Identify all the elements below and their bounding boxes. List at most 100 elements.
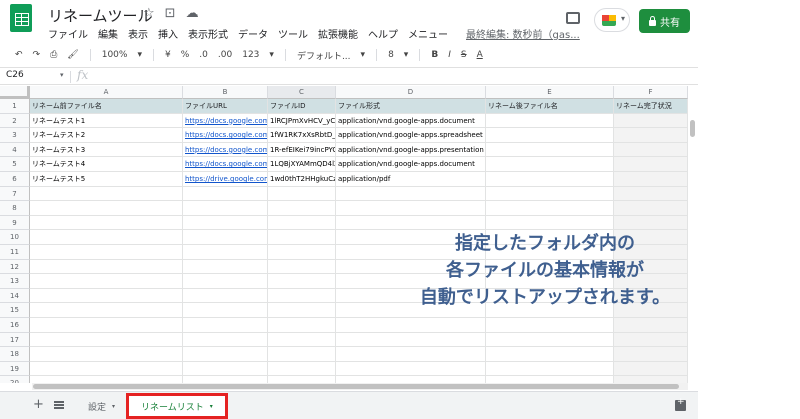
row-header[interactable]: 11 — [0, 245, 30, 260]
font-size-select[interactable]: 8 — [388, 50, 394, 60]
menu-edit[interactable]: 編集 — [98, 26, 118, 41]
document-title[interactable]: リネームツール — [48, 5, 153, 26]
table-cell[interactable] — [336, 215, 486, 231]
table-cell[interactable] — [486, 332, 614, 348]
horizontal-scroll-thumb[interactable] — [33, 384, 679, 389]
table-cell[interactable]: application/pdf — [336, 172, 486, 187]
table-cell[interactable]: 1fW1RK7xXsRbtD_L — [268, 128, 336, 143]
font-size-caret-icon[interactable]: ▾ — [404, 50, 409, 60]
table-cell[interactable]: リネームテスト1 — [30, 113, 183, 129]
row-header[interactable]: 3 — [0, 128, 30, 143]
table-cell[interactable] — [336, 318, 486, 333]
table-cell[interactable] — [614, 157, 688, 172]
zoom-caret-icon[interactable]: ▾ — [137, 50, 142, 60]
table-cell[interactable] — [268, 230, 336, 245]
row-header[interactable]: 19 — [0, 361, 30, 377]
table-cell[interactable] — [30, 274, 183, 289]
column-header-a[interactable]: A — [30, 86, 183, 99]
row-header[interactable]: 10 — [0, 230, 30, 245]
more-formats-caret-icon[interactable]: ▾ — [269, 50, 274, 60]
table-cell[interactable] — [30, 259, 183, 275]
row-header[interactable]: 7 — [0, 186, 30, 202]
table-cell[interactable] — [614, 215, 688, 231]
header-cell[interactable]: ファイル形式 — [336, 99, 486, 114]
table-cell[interactable] — [268, 245, 336, 260]
header-cell[interactable]: ファイルID — [268, 99, 336, 114]
row-header[interactable]: 6 — [0, 172, 30, 187]
table-cell[interactable] — [336, 201, 486, 216]
menu-view[interactable]: 表示 — [128, 26, 148, 41]
header-cell[interactable]: リネーム完了状況 — [614, 99, 688, 114]
table-cell[interactable] — [268, 274, 336, 289]
row-header[interactable]: 16 — [0, 318, 30, 333]
table-cell[interactable] — [30, 230, 183, 245]
table-cell[interactable] — [30, 303, 183, 318]
more-formats-button[interactable]: 123 — [242, 50, 259, 60]
star-icon[interactable]: ☆ — [143, 6, 155, 21]
table-cell[interactable] — [336, 376, 486, 383]
table-cell[interactable]: application/vnd.google-apps.spreadsheet — [336, 128, 486, 143]
sheet-tab-settings[interactable]: 設定 ▾ — [88, 396, 115, 416]
table-cell[interactable] — [614, 347, 688, 362]
row-header[interactable]: 8 — [0, 201, 30, 216]
decrease-decimal-button[interactable]: .0 — [199, 50, 208, 60]
table-cell[interactable] — [183, 245, 268, 260]
row-header[interactable]: 9 — [0, 215, 30, 231]
table-cell[interactable]: リネームテスト4 — [30, 157, 183, 172]
font-caret-icon[interactable]: ▾ — [361, 50, 366, 60]
table-cell[interactable] — [614, 186, 688, 202]
table-cell[interactable] — [614, 332, 688, 348]
header-cell[interactable]: リネーム後ファイル名 — [486, 99, 614, 114]
select-all-corner[interactable] — [0, 86, 30, 99]
name-box-caret-icon[interactable]: ▾ — [60, 71, 64, 79]
table-cell[interactable]: 1LQBjXYAMmQD4lZ — [268, 157, 336, 172]
row-header[interactable]: 1 — [0, 99, 30, 114]
last-edit-link[interactable]: 最終編集: 数秒前（gas... — [466, 26, 580, 41]
print-icon[interactable]: ⎙ — [50, 50, 57, 60]
table-cell[interactable] — [183, 332, 268, 348]
table-cell[interactable] — [268, 318, 336, 333]
chevron-down-icon[interactable]: ▾ — [112, 403, 115, 410]
column-header-e[interactable]: E — [486, 86, 614, 99]
table-cell[interactable] — [268, 215, 336, 231]
table-cell[interactable] — [268, 259, 336, 275]
table-cell[interactable]: 1lRCJPmXvHCV_yC — [268, 113, 336, 129]
header-cell[interactable]: ファイルURL — [183, 99, 268, 114]
undo-icon[interactable]: ↶ — [15, 50, 23, 60]
row-header[interactable]: 13 — [0, 274, 30, 289]
table-cell[interactable] — [268, 288, 336, 304]
menu-format[interactable]: 表示形式 — [188, 26, 228, 41]
table-cell[interactable] — [183, 347, 268, 362]
menu-tools[interactable]: ツール — [278, 26, 308, 41]
menu-help[interactable]: ヘルプ — [368, 26, 398, 41]
table-cell[interactable] — [268, 303, 336, 318]
text-color-button[interactable]: A — [477, 50, 483, 60]
table-cell[interactable] — [183, 259, 268, 275]
sheets-logo-icon[interactable] — [10, 4, 32, 32]
table-cell[interactable] — [486, 128, 614, 143]
column-header-b[interactable]: B — [183, 86, 268, 99]
table-cell[interactable]: https://docs.google.com/do — [183, 157, 268, 172]
table-cell[interactable] — [183, 288, 268, 304]
table-cell[interactable] — [614, 201, 688, 216]
table-cell[interactable]: 1R-efEIKei79incPYC — [268, 142, 336, 158]
table-cell[interactable] — [30, 245, 183, 260]
row-header[interactable]: 17 — [0, 332, 30, 348]
name-box[interactable]: C26 — [6, 70, 24, 80]
table-cell[interactable]: リネームテスト5 — [30, 172, 183, 187]
share-button[interactable]: 共有 — [639, 9, 690, 33]
table-cell[interactable] — [183, 376, 268, 383]
paint-format-icon[interactable]: 🖌 — [67, 50, 78, 60]
percent-button[interactable]: % — [181, 50, 190, 60]
table-cell[interactable] — [268, 332, 336, 348]
cloud-status-icon[interactable]: ☁ — [186, 6, 199, 21]
row-header[interactable]: 4 — [0, 142, 30, 158]
table-cell[interactable] — [486, 318, 614, 333]
table-cell[interactable] — [614, 376, 688, 383]
zoom-select[interactable]: 100% — [102, 50, 128, 60]
table-cell[interactable] — [30, 186, 183, 202]
table-cell[interactable] — [30, 215, 183, 231]
table-cell[interactable]: https://drive.google.com/file — [183, 172, 268, 187]
table-cell[interactable]: リネームテスト3 — [30, 142, 183, 158]
menu-data[interactable]: データ — [238, 26, 268, 41]
